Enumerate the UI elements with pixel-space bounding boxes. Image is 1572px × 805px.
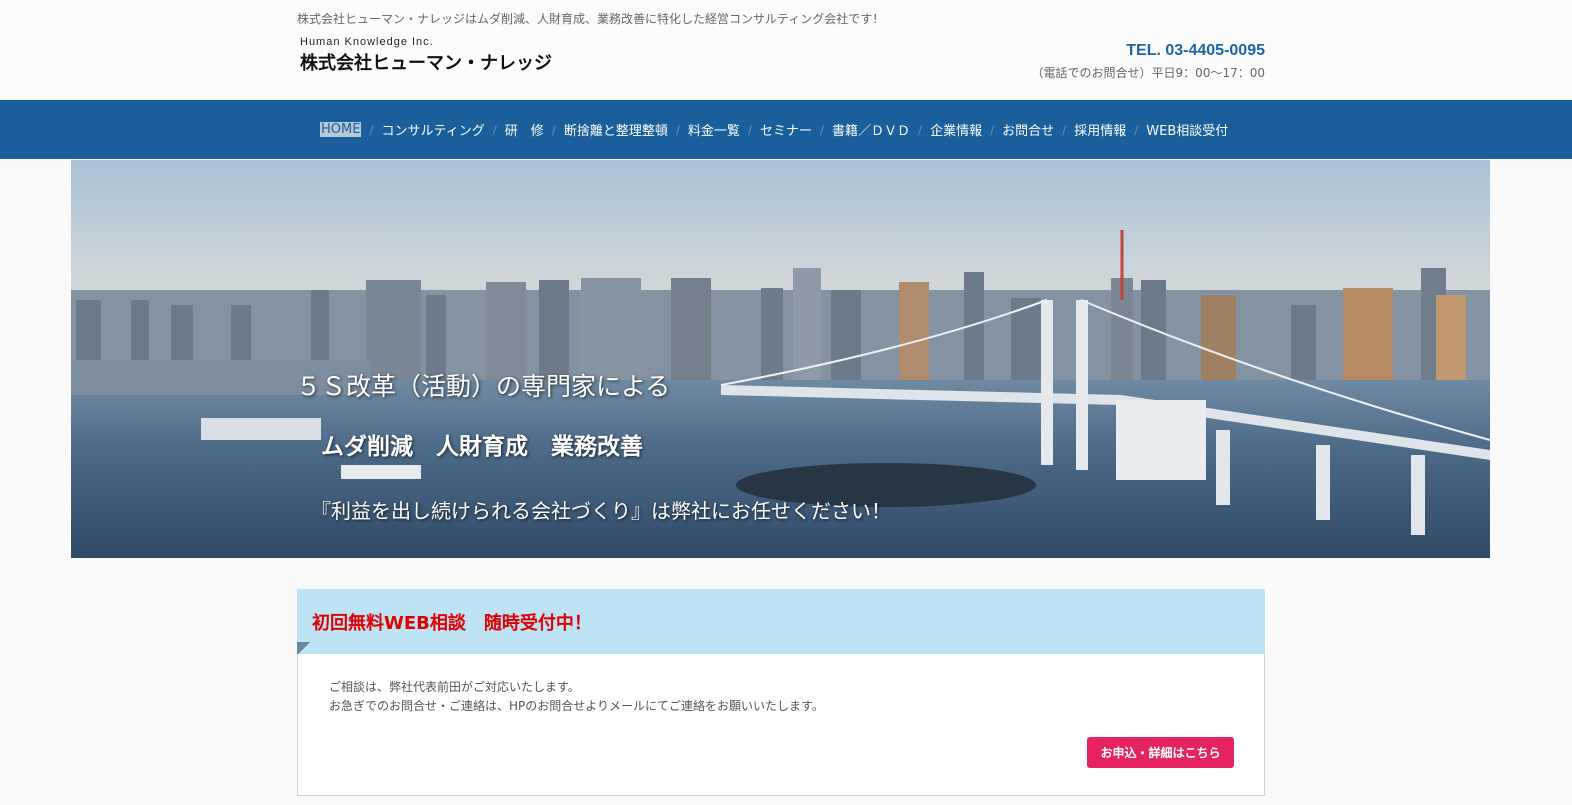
nav-item-danshari[interactable]: / 断捨離と整理整頓 bbox=[544, 120, 668, 140]
nav-item-pricing[interactable]: / 料金一覧 bbox=[668, 120, 740, 140]
nav-label: 書籍／ＤＶＤ bbox=[832, 124, 911, 139]
consult-body: ご相談は、弊社代表前田がご対応いたします。 お急ぎでのお問合せ・ご連絡は、HPの… bbox=[297, 654, 1265, 796]
consult-title: 初回無料WEB相談 随時受付中！ bbox=[312, 613, 592, 634]
nav-item-books[interactable]: / 書籍／ＤＶＤ bbox=[812, 120, 911, 140]
nav-label: コンサルティング bbox=[381, 124, 485, 139]
hero-keywords: ムダ削減 人財育成 業務改善 bbox=[321, 434, 643, 460]
nav-separator: / bbox=[918, 122, 923, 137]
nav-label: WEB相談受付 bbox=[1146, 124, 1229, 139]
nav-label: セミナー bbox=[759, 124, 812, 139]
nav-label: 料金一覧 bbox=[687, 124, 740, 139]
nav-separator: / bbox=[369, 122, 374, 137]
nav-label: 採用情報 bbox=[1074, 124, 1127, 139]
web-consult-box: 初回無料WEB相談 随時受付中！ ご相談は、弊社代表前田がご対応いたします。 お… bbox=[297, 589, 1265, 796]
global-nav: HOME / コンサルティング / 研 修 / 断捨離と整理整頓 / 料金一覧 / セミナ… bbox=[0, 100, 1572, 159]
site-logo[interactable]: Human Knowledge Inc. 株式会社ヒューマン・ナレッジ bbox=[300, 36, 552, 75]
nav-separator: / bbox=[819, 122, 825, 137]
nav-label: 研 修 bbox=[504, 124, 544, 139]
hero-banner: ５Ｓ改革（活動）の専門家による ムダ削減 人財育成 業務改善 『利益を出し続けら… bbox=[71, 160, 1490, 558]
nav-menu: HOME / コンサルティング / 研 修 / 断捨離と整理整頓 / 料金一覧 / セミナ… bbox=[320, 100, 1228, 159]
nav-separator: / bbox=[1134, 122, 1139, 137]
logo-english: Human Knowledge Inc. bbox=[300, 36, 434, 48]
nav-label: HOME bbox=[320, 122, 362, 137]
logo-japanese: 株式会社ヒューマン・ナレッジ bbox=[300, 53, 552, 74]
nav-label: 企業情報 bbox=[930, 124, 983, 139]
nav-separator: / bbox=[1062, 122, 1067, 137]
nav-item-company[interactable]: / 企業情報 bbox=[910, 120, 983, 140]
site-header: 株式会社ヒューマン・ナレッジはムダ削減、人財育成、業務改善に特化した経営コンサル… bbox=[0, 0, 1572, 100]
nav-separator: / bbox=[747, 122, 752, 137]
hero-heading: ５Ｓ改革（活動）の専門家による bbox=[296, 372, 671, 401]
nav-separator: / bbox=[492, 122, 497, 137]
nav-item-home[interactable]: HOME bbox=[320, 122, 362, 137]
consult-text-line1: ご相談は、弊社代表前田がご対応いたします。 bbox=[329, 680, 580, 694]
nav-label: 断捨離と整理整頓 bbox=[563, 124, 668, 139]
nav-item-training[interactable]: / 研 修 bbox=[485, 120, 544, 140]
nav-separator: / bbox=[990, 122, 995, 137]
nav-item-seminar[interactable]: / セミナー bbox=[740, 120, 812, 140]
nav-item-contact[interactable]: / お問合せ bbox=[982, 120, 1055, 140]
consult-header: 初回無料WEB相談 随時受付中！ bbox=[297, 589, 1265, 655]
apply-details-button[interactable]: お申込・詳細はこちら bbox=[1087, 737, 1234, 768]
nav-item-web-consult[interactable]: / WEB相談受付 bbox=[1126, 120, 1229, 140]
nav-item-consulting[interactable]: / コンサルティング bbox=[361, 120, 485, 140]
business-hours: （電話でのお問合せ）平日9：00〜17：00 bbox=[1031, 66, 1265, 80]
nav-separator: / bbox=[675, 122, 680, 137]
phone-number[interactable]: TEL. 03-4405-0095 bbox=[1032, 42, 1265, 60]
header-tagline: 株式会社ヒューマン・ナレッジはムダ削減、人財育成、業務改善に特化した経営コンサル… bbox=[297, 12, 885, 26]
nav-item-recruit[interactable]: / 採用情報 bbox=[1054, 120, 1127, 140]
hero-subtitle: 『利益を出し続けられる会社づくり』は弊社にお任せください！ bbox=[311, 499, 891, 523]
consult-text-line2: お急ぎでのお問合せ・ご連絡は、HPのお問合せよりメールにてご連絡をお願いいたしま… bbox=[329, 699, 824, 713]
nav-separator: / bbox=[551, 122, 556, 137]
header-contact: TEL. 03-4405-0095 （電話でのお問合せ）平日9：00〜17：00 bbox=[1032, 42, 1265, 81]
nav-label: お問合せ bbox=[1002, 124, 1055, 139]
